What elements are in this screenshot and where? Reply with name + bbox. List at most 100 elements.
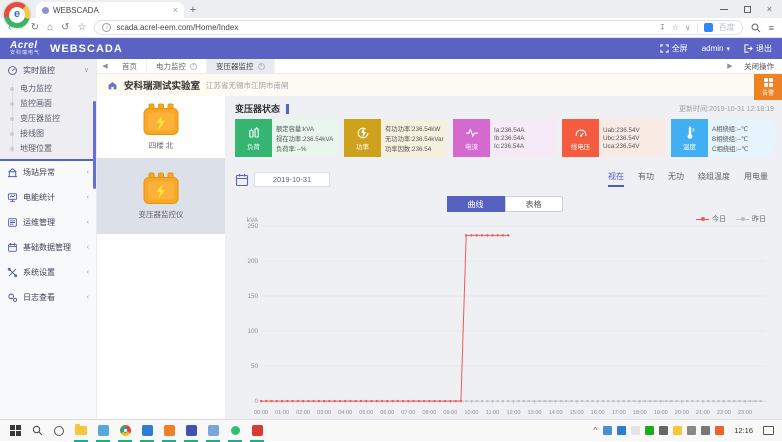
home-icon[interactable]: ⌂ xyxy=(47,22,53,33)
taskbar-clock[interactable]: 12:16 xyxy=(734,426,753,435)
date-input[interactable] xyxy=(254,172,330,187)
metric-tab-有功[interactable]: 有功 xyxy=(638,171,654,187)
network-icon[interactable] xyxy=(701,426,711,435)
doc-icon[interactable] xyxy=(631,426,641,435)
window-controls: × xyxy=(710,0,782,18)
maximize-icon[interactable] xyxy=(743,5,751,13)
sidebar-subitem-接线图[interactable]: 接线图 xyxy=(0,126,96,141)
download-icon[interactable]: ↧ xyxy=(659,23,666,32)
metric-tab-用电量[interactable]: 用电量 xyxy=(744,171,768,187)
tabs-scroll-right-icon[interactable]: ▶ xyxy=(722,62,738,70)
app-blue-icon[interactable] xyxy=(617,426,627,435)
view-button-曲线[interactable]: 曲线 xyxy=(446,196,505,212)
folder-icon[interactable] xyxy=(673,426,683,435)
close-icon[interactable]: × xyxy=(767,4,772,14)
svg-text:15:00: 15:00 xyxy=(570,410,584,416)
history-icon[interactable]: ↺ xyxy=(61,22,69,33)
title-accent-bar xyxy=(286,103,290,114)
sidebar-item-系统设置[interactable]: 系统设置 ‹ xyxy=(0,261,96,283)
tab-close-icon[interactable]: × xyxy=(257,62,265,70)
sidebar-group-5: 系统设置 ‹ xyxy=(0,261,96,286)
status-card-电流: 电流 Ia:236.54A Ib:236.54A Ic:236.54A xyxy=(453,119,556,157)
browser-tab[interactable]: WEBSCADA × xyxy=(36,2,184,18)
taskbar-app-browser-app[interactable] xyxy=(114,420,136,442)
sidebar-subitem-电力监控[interactable]: 电力监控 xyxy=(0,81,96,96)
taskbar-app-app-red[interactable] xyxy=(246,420,268,442)
taskbar-app-display-app[interactable] xyxy=(92,420,114,442)
running-indicator xyxy=(184,439,198,442)
menu-icon[interactable]: ≡ xyxy=(769,23,774,33)
sidebar-item-实时监控[interactable]: 实时监控 ∨ xyxy=(0,59,96,81)
sidebar-subitem-变压器监控[interactable]: 变压器监控 xyxy=(0,111,96,126)
chevron-up-icon[interactable]: ^ xyxy=(593,426,597,435)
sidebar-item-电能统计[interactable]: 电能统计 ‹ xyxy=(0,186,96,208)
logout-button[interactable]: 退出 xyxy=(744,43,772,54)
audio-icon[interactable] xyxy=(659,426,669,435)
taskbar-app-app-blue[interactable] xyxy=(136,420,158,442)
card-values: Uab:236.54V Ubc:236.54V Uca:236.54V xyxy=(599,119,665,157)
sidebar-item-运维管理[interactable]: 运维管理 ‹ xyxy=(0,211,96,233)
site-info-icon[interactable]: i xyxy=(102,23,112,32)
user-menu[interactable]: admin ▾ xyxy=(702,44,730,53)
browser-logo-icon[interactable]: e xyxy=(4,2,30,28)
start-button[interactable] xyxy=(4,420,26,442)
bookmark-star-icon[interactable]: ☆ xyxy=(78,22,87,33)
line-chart[interactable]: 0 50 100 150 200 250 kVA 00:00 01:00 02:00 03:00 04… xyxy=(235,214,774,419)
sidebar-subitem-地理位置[interactable]: 地理位置 xyxy=(0,141,96,156)
device-item-变压器监控仪[interactable]: 变压器监控仪 xyxy=(97,158,225,234)
device-panel: 四楼 北变压器监控仪 xyxy=(97,96,225,419)
page-tab-变压器监控[interactable]: 变压器监控 × xyxy=(207,59,275,73)
reload-icon[interactable]: ↻ xyxy=(31,22,39,33)
metric-tab-视在[interactable]: 视在 xyxy=(608,171,624,187)
chevron-left-icon: ‹ xyxy=(86,268,89,276)
search-icon[interactable] xyxy=(751,23,761,33)
calendar-icon[interactable] xyxy=(235,173,249,187)
sidebar-item-场站异常[interactable]: 场站异常 ‹ xyxy=(0,161,96,183)
page-tab-首页[interactable]: 首页 xyxy=(113,59,147,73)
sidebar-item-基础数据管理[interactable]: 基础数据管理 ‹ xyxy=(0,236,96,258)
page-tab-label: 电力监控 xyxy=(156,61,186,71)
notification-center-icon[interactable] xyxy=(763,426,774,435)
view-button-表格[interactable]: 表格 xyxy=(504,196,563,212)
app-blue-icon xyxy=(141,425,153,436)
taskbar-app-app-green[interactable] xyxy=(224,420,246,442)
new-tab-button[interactable]: + xyxy=(184,2,202,18)
sidebar-item-日志查看[interactable]: 日志查看 ‹ xyxy=(0,286,96,308)
metric-tab-绕组温度[interactable]: 绕组温度 xyxy=(698,171,730,187)
taskbar-app-app-indigo[interactable] xyxy=(180,420,202,442)
running-indicator xyxy=(250,439,264,442)
tab-title: WEBSCADA xyxy=(53,5,99,15)
running-indicator xyxy=(162,439,176,442)
taskbar-app-app-orange[interactable] xyxy=(158,420,180,442)
url-bar[interactable]: i scada.acrel-eem.com/Home/Index ↧ ☆ ∨ 百… xyxy=(94,20,743,35)
fullscreen-button[interactable]: 全屏 xyxy=(660,43,688,54)
sidebar-group-1: 场站异常 ‹ xyxy=(0,161,96,186)
alarm-button[interactable]: 告警 xyxy=(754,74,782,100)
tab-close-icon[interactable]: × xyxy=(173,5,178,15)
metric-tab-无功[interactable]: 无功 xyxy=(668,171,684,187)
security-icon[interactable] xyxy=(715,426,725,435)
tab-close-icon[interactable]: × xyxy=(190,62,197,70)
tabs-scroll-left-icon[interactable]: ◀ xyxy=(97,62,113,70)
sidebar-subitem-label: 电力监控 xyxy=(20,84,52,93)
sidebar-subitem-监控画面[interactable]: 监控画面 xyxy=(0,96,96,111)
sidebar-scrollbar[interactable] xyxy=(93,101,96,189)
favorite-star-icon[interactable]: ☆ xyxy=(672,23,679,32)
minimize-icon[interactable] xyxy=(719,8,728,10)
shield-icon[interactable] xyxy=(603,426,613,435)
chevron-down-icon[interactable]: ∨ xyxy=(685,23,691,32)
cortana-button[interactable] xyxy=(48,420,70,442)
svg-text:07:00: 07:00 xyxy=(401,410,415,416)
taskbar-search-button[interactable] xyxy=(26,420,48,442)
taskbar-app-file-explorer[interactable] xyxy=(70,420,92,442)
taskbar-app-app-lightblue[interactable] xyxy=(202,420,224,442)
search-engine-icon[interactable] xyxy=(703,23,713,32)
close-operations-button[interactable]: 关闭操作 xyxy=(744,61,774,72)
running-indicator xyxy=(140,439,154,442)
wechat-icon[interactable] xyxy=(645,426,655,435)
device-item-四楼 北[interactable]: 四楼 北 xyxy=(97,96,225,158)
chart-area: 今日 昨日 0 50 100 150 200 250 kVA 00:00 01:00 02:00 03… xyxy=(235,214,774,419)
bullet-icon xyxy=(10,86,14,91)
page-tab-电力监控[interactable]: 电力监控 × xyxy=(147,59,207,73)
display-icon[interactable] xyxy=(687,426,697,435)
